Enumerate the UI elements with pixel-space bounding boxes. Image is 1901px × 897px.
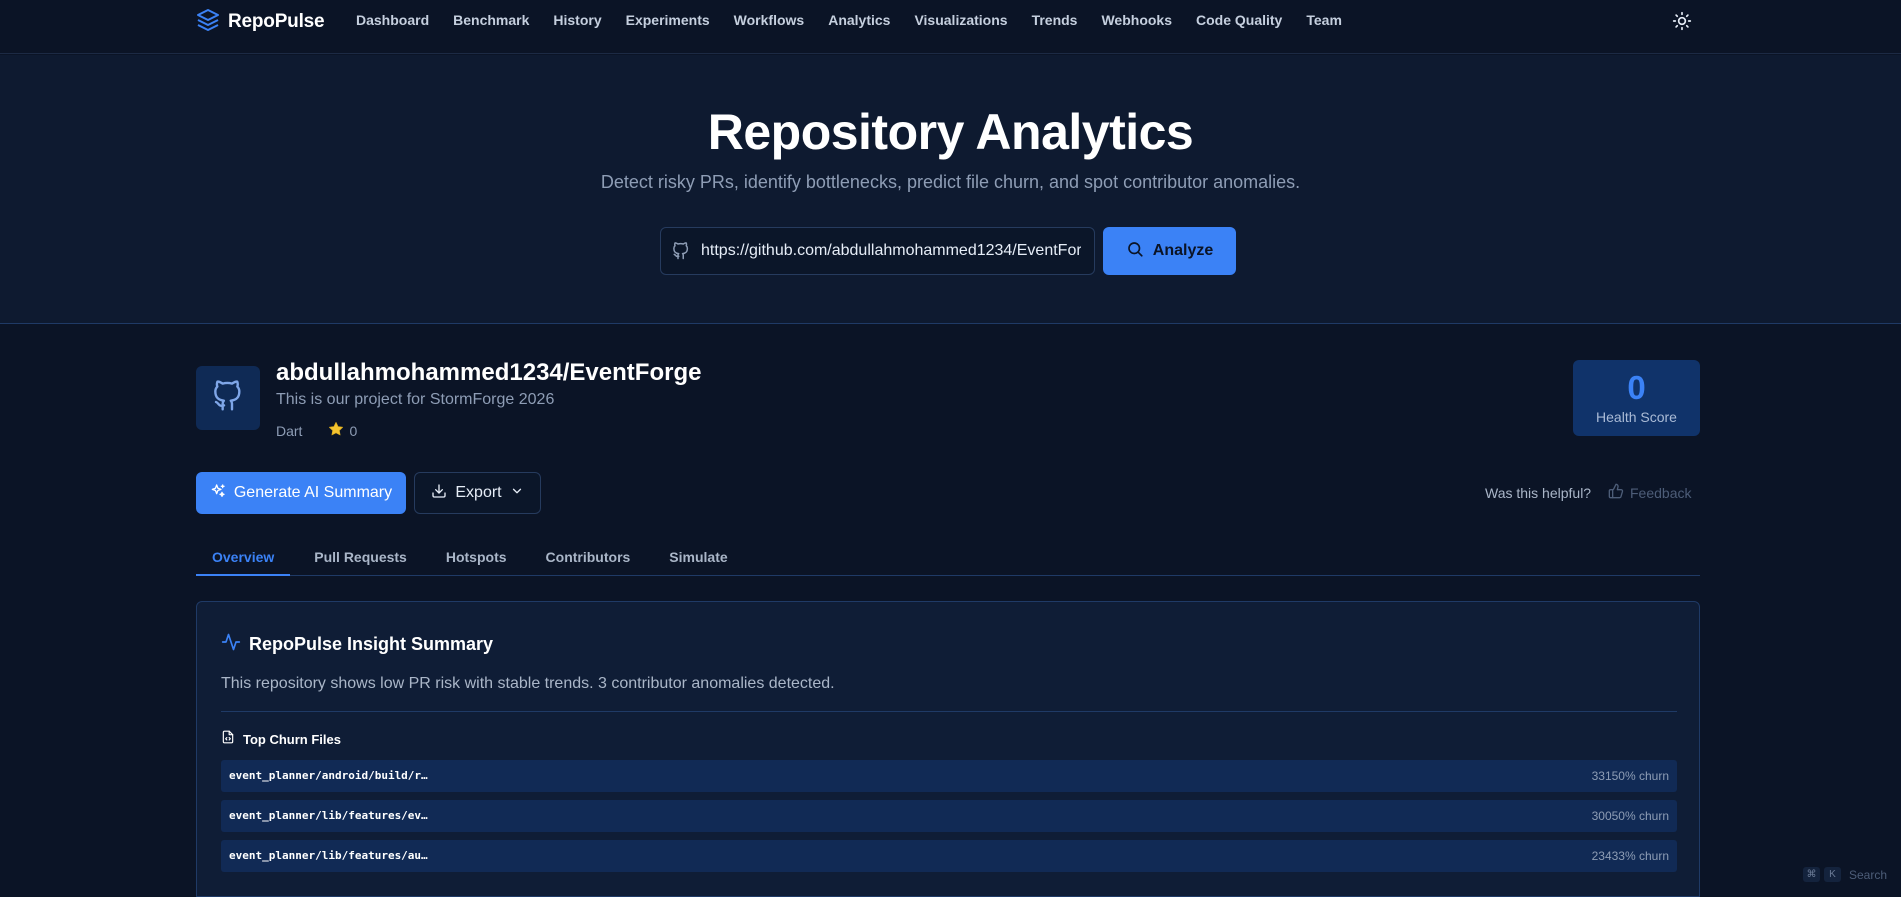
health-score-value: 0 [1627, 369, 1646, 406]
tab-contributors[interactable]: Contributors [523, 533, 647, 576]
repo-name: abdullahmohammed1234/EventForge [276, 359, 702, 386]
churn-file-path: event_planner/lib/features/ev… [229, 809, 428, 822]
activity-icon [221, 632, 241, 657]
command-search-shortcut[interactable]: ⌘ K Search [1803, 867, 1887, 882]
churn-file-path: event_planner/android/build/r… [229, 769, 428, 782]
analyze-button-label: Analyze [1152, 242, 1214, 259]
churn-file-value: 30050% churn [1591, 809, 1669, 823]
chevron-down-icon [510, 484, 524, 503]
churn-file-row[interactable]: event_planner/android/build/r… 33150% ch… [221, 760, 1677, 792]
nav-link-webhooks[interactable]: Webhooks [1101, 12, 1172, 28]
feedback-label: Feedback [1630, 484, 1692, 501]
layers-icon [196, 8, 220, 37]
page-title: Repository Analytics [707, 104, 1194, 160]
repo-language: Dart [276, 422, 303, 439]
hero-section: Repository Analytics Detect risky PRs, i… [0, 55, 1901, 324]
divider [221, 711, 1677, 712]
nav-link-experiments[interactable]: Experiments [626, 12, 710, 28]
repo-description: This is our project for StormForge 2026 [276, 391, 555, 408]
sparkles-icon [210, 483, 226, 504]
churn-file-value: 23433% churn [1591, 849, 1669, 863]
export-dropdown-button[interactable]: Export [414, 472, 541, 514]
nav-links: Dashboard Benchmark History Experiments … [356, 12, 1366, 28]
generate-ai-summary-button[interactable]: Generate AI Summary [196, 472, 406, 514]
star-icon [328, 421, 344, 440]
insight-title: RepoPulse Insight Summary [249, 634, 494, 654]
repo-meta: Dart 0 [276, 421, 357, 440]
nav-link-dashboard[interactable]: Dashboard [356, 12, 429, 28]
github-icon [212, 379, 244, 417]
tab-pull-requests[interactable]: Pull Requests [290, 533, 423, 576]
insight-title-row: RepoPulse Insight Summary [221, 632, 493, 657]
export-label: Export [455, 484, 502, 501]
nav-link-visualizations[interactable]: Visualizations [914, 12, 1007, 28]
nav-link-team[interactable]: Team [1306, 12, 1342, 28]
churn-heading: Top Churn Files [243, 732, 341, 747]
tab-hotspots[interactable]: Hotspots [423, 533, 523, 576]
tab-simulate[interactable]: Simulate [646, 533, 743, 576]
star-count: 0 [349, 422, 358, 439]
churn-file-row[interactable]: event_planner/lib/features/au… 23433% ch… [221, 840, 1677, 872]
repo-avatar [196, 366, 260, 430]
nav-link-code-quality[interactable]: Code Quality [1196, 12, 1282, 28]
cmd-key: ⌘ [1803, 867, 1820, 882]
churn-file-path: event_planner/lib/features/au… [229, 849, 428, 862]
thumbs-up-icon [1608, 483, 1624, 502]
nav-link-analytics[interactable]: Analytics [828, 12, 890, 28]
analysis-tabs: Overview Pull Requests Hotspots Contribu… [196, 533, 1700, 576]
analyze-button[interactable]: Analyze [1103, 227, 1236, 275]
generate-ai-summary-label: Generate AI Summary [233, 484, 393, 501]
health-score-label: Health Score [1596, 409, 1677, 425]
repo-stars: 0 [328, 421, 357, 440]
github-icon [661, 242, 701, 260]
helpful-prompt: Was this helpful? [1485, 485, 1592, 501]
search-shortcut-label: Search [1849, 867, 1888, 882]
insight-summary-card: RepoPulse Insight Summary This repositor… [196, 601, 1700, 897]
top-navigation: RepoPulse Dashboard Benchmark History Ex… [0, 0, 1901, 54]
page-subtitle: Detect risky PRs, identify bottlenecks, … [600, 172, 1301, 192]
churn-file-value: 33150% churn [1591, 769, 1669, 783]
file-code-icon [221, 730, 235, 749]
nav-link-trends[interactable]: Trends [1032, 12, 1078, 28]
sun-icon [1672, 11, 1692, 36]
k-key: K [1824, 867, 1841, 882]
theme-toggle-button[interactable] [1670, 11, 1694, 35]
nav-link-benchmark[interactable]: Benchmark [453, 12, 529, 28]
nav-link-history[interactable]: History [553, 12, 601, 28]
download-icon [431, 483, 447, 504]
brand-logo-link[interactable]: RepoPulse [196, 8, 325, 37]
churn-heading-row: Top Churn Files [221, 730, 341, 749]
nav-link-workflows[interactable]: Workflows [734, 12, 805, 28]
search-icon [1126, 240, 1144, 263]
repo-url-field [660, 227, 1095, 275]
insight-summary-text: This repository shows low PR risk with s… [221, 675, 835, 692]
tab-overview[interactable]: Overview [196, 533, 291, 576]
brand-name: RepoPulse [228, 11, 325, 32]
health-score-card: 0 Health Score [1573, 360, 1700, 436]
feedback-button[interactable]: Feedback [1608, 483, 1691, 502]
repo-url-input[interactable] [701, 242, 1081, 260]
churn-file-row[interactable]: event_planner/lib/features/ev… 30050% ch… [221, 800, 1677, 832]
